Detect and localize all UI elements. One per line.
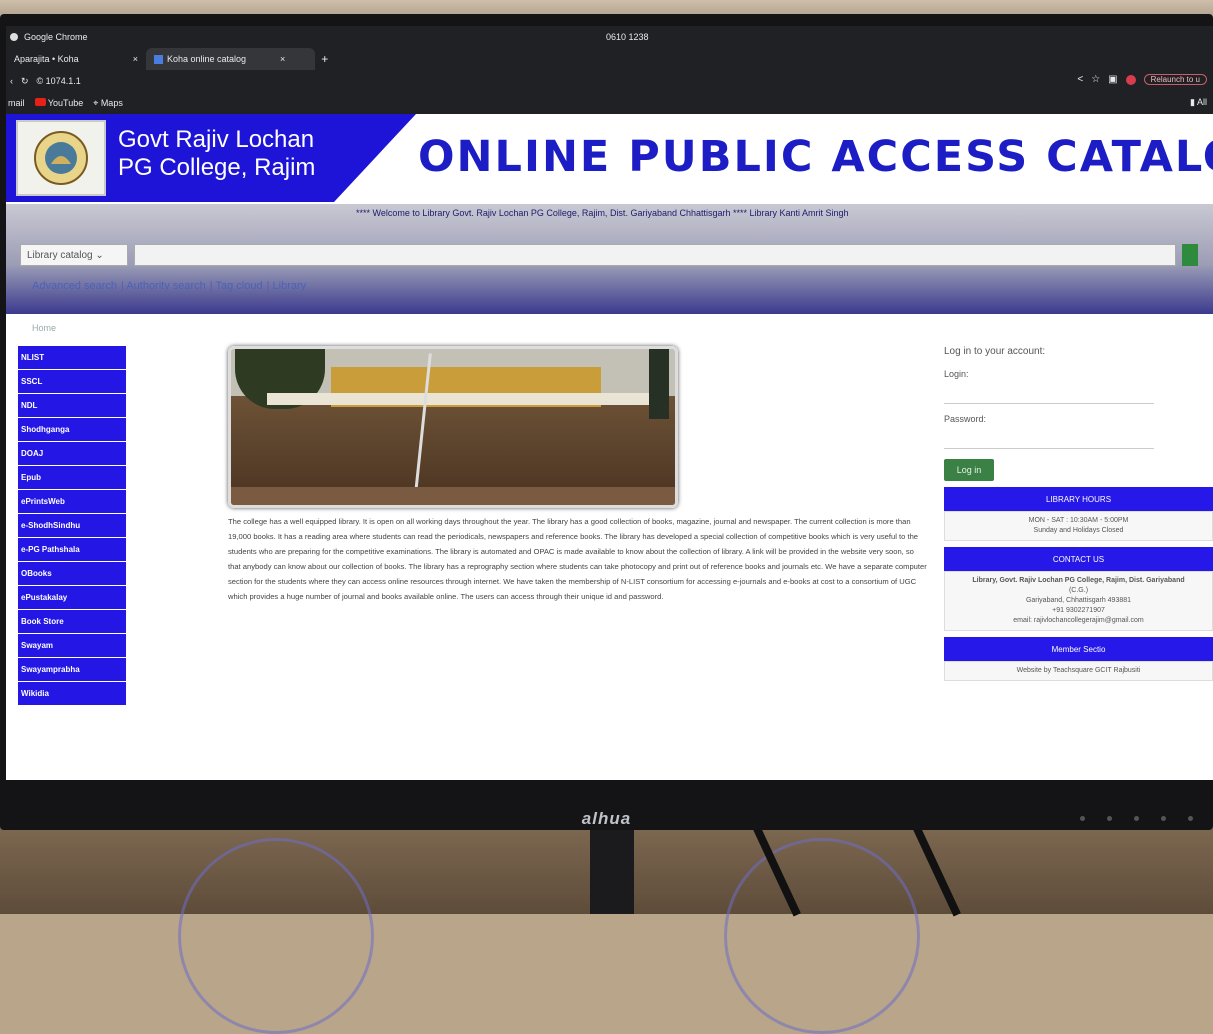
sidebar-item-epg-pathshala[interactable]: e-PG Pathshala: [18, 538, 126, 561]
contact-header: CONTACT US: [944, 547, 1213, 571]
sidebar-item-shodhganga[interactable]: Shodhganga: [18, 418, 126, 441]
tab-label: Koha online catalog: [166, 54, 247, 64]
tab-label: Aparajita • Koha: [14, 54, 79, 64]
sidebar-item-swayamprabha[interactable]: Swayamprabha: [18, 658, 126, 681]
library-hours-panel: MON - SAT : 10:30AM - 5:00PM Sunday and …: [944, 511, 1213, 541]
url-text[interactable]: © 1074.1.1: [37, 76, 81, 86]
link-library[interactable]: Library: [273, 280, 307, 292]
login-input[interactable]: [944, 381, 1154, 404]
bookmark-gmail[interactable]: mail: [8, 98, 25, 108]
screen: Google Chrome 0610 1238 Aparajita • Koha…: [6, 26, 1213, 780]
back-icon[interactable]: ‹: [10, 76, 13, 86]
new-tab-plus-icon[interactable]: +: [321, 52, 328, 66]
login-button[interactable]: Log in: [944, 459, 994, 481]
bookmarks-bar: mail YouTube ⌖ Maps ▮ All: [6, 92, 1213, 114]
relaunch-button[interactable]: Relaunch to u: [1143, 74, 1207, 85]
sidebar-item-eshodhsindhu[interactable]: e-ShodhSindhu: [18, 514, 126, 537]
bookmark-maps[interactable]: ⌖ Maps: [93, 98, 123, 109]
search-row: Library catalog ⌄: [20, 244, 1198, 266]
chrome-icon: [10, 33, 18, 41]
reload-icon[interactable]: ↻: [21, 76, 29, 87]
link-advanced-search[interactable]: Advanced search: [32, 280, 117, 292]
resource-sidebar: NLIST SSCL NDL Shodhganga DOAJ Epub ePri…: [18, 346, 126, 706]
college-logo[interactable]: [16, 120, 106, 196]
site-banner: Govt Rajiv Lochan PG College, Rajim ONLI…: [6, 114, 1213, 204]
sidebar-item-swayam[interactable]: Swayam: [18, 634, 126, 657]
sidebar-item-wikidia[interactable]: Wikidia: [18, 682, 126, 705]
all-bookmarks-folder[interactable]: ▮ All: [1190, 97, 1207, 108]
close-icon[interactable]: ×: [280, 54, 285, 64]
link-tag-cloud[interactable]: Tag cloud: [216, 280, 263, 292]
library-hours-header: LIBRARY HOURS: [944, 487, 1213, 511]
app-title: Google Chrome: [24, 32, 88, 42]
password-label: Password:: [944, 414, 987, 424]
monitor-buttons[interactable]: [1080, 816, 1193, 821]
member-section-header: Member Sectio: [944, 637, 1213, 661]
sidebar-item-epub[interactable]: Epub: [18, 466, 126, 489]
opac-title: ONLINE PUBLIC ACCESS CATALOGUE: [418, 132, 1213, 182]
profile-avatar[interactable]: [1125, 74, 1136, 85]
college-emblem-icon: [34, 131, 88, 185]
sidebar-item-obooks[interactable]: OBooks: [18, 562, 126, 585]
browser-chrome: Google Chrome 0610 1238 Aparajita • Koha…: [6, 26, 1213, 92]
sidebar-item-epustakalay[interactable]: ePustakalay: [18, 586, 126, 609]
go-button[interactable]: [1182, 244, 1198, 266]
youtube-icon: [34, 98, 46, 106]
search-navbar: **** Welcome to Library Govt. Rajiv Loch…: [6, 204, 1213, 314]
sidebar-item-eprintsweb[interactable]: ePrintsWeb: [18, 490, 126, 513]
close-icon[interactable]: ×: [133, 54, 138, 64]
college-name: Govt Rajiv Lochan PG College, Rajim: [118, 126, 316, 181]
contact-panel: Library, Govt. Rajiv Lochan PG College, …: [944, 571, 1213, 631]
login-label: Login:: [944, 369, 969, 379]
monitor-brand-logo: alhua: [581, 809, 632, 828]
share-icon[interactable]: <: [1077, 74, 1083, 85]
system-clock: 0610 1238: [606, 32, 649, 42]
toolbar-right: < ☆ ▣ Relaunch to u: [1077, 74, 1207, 85]
college-watermark-stamp: [724, 838, 920, 1034]
sidebar-item-nlist[interactable]: NLIST: [18, 346, 126, 369]
monitor-chin: alhua: [0, 794, 1213, 844]
sidebar-icon[interactable]: ▣: [1108, 74, 1117, 85]
bookmark-youtube[interactable]: YouTube: [34, 98, 83, 108]
college-watermark-stamp: [178, 838, 374, 1034]
tab-koha-opac[interactable]: Koha online catalog ×: [145, 48, 316, 70]
right-column: Log in to your account: Login: Password:…: [944, 346, 1213, 687]
link-authority-search[interactable]: Authority search: [126, 280, 205, 292]
college-building-photo: [228, 346, 678, 508]
login-heading: Log in to your account:: [944, 346, 1046, 357]
library-description: The college has a well equipped library.…: [228, 517, 927, 601]
sidebar-item-sscl[interactable]: SSCL: [18, 370, 126, 393]
star-icon[interactable]: ☆: [1091, 74, 1100, 85]
search-input[interactable]: [134, 244, 1176, 266]
address-bar[interactable]: ‹ ↻ © 1074.1.1: [6, 70, 1213, 92]
search-links: Advanced search | Authority search | Tag c…: [32, 280, 307, 292]
catalog-select[interactable]: Library catalog ⌄: [20, 244, 128, 266]
sidebar-item-ndl[interactable]: NDL: [18, 394, 126, 417]
breadcrumb: Home: [6, 314, 1213, 346]
member-section-panel: Website by Teachsquare GCIT Rajbusiti: [944, 661, 1213, 681]
chevron-down-icon: ⌄: [95, 249, 104, 261]
welcome-marquee: **** Welcome to Library Govt. Rajiv Loch…: [356, 208, 849, 218]
breadcrumb-home[interactable]: Home: [32, 323, 56, 333]
password-input[interactable]: [944, 426, 1154, 449]
sidebar-item-doaj[interactable]: DOAJ: [18, 442, 126, 465]
favicon-icon: [153, 54, 163, 64]
main-content: NLIST SSCL NDL Shodhganga DOAJ Epub ePri…: [6, 346, 1213, 766]
sidebar-item-book-store[interactable]: Book Store: [18, 610, 126, 633]
tab-koha-staff[interactable]: Aparajita • Koha ×: [6, 48, 146, 70]
tab-strip: Aparajita • Koha × Koha online catalog ×…: [6, 48, 1213, 70]
